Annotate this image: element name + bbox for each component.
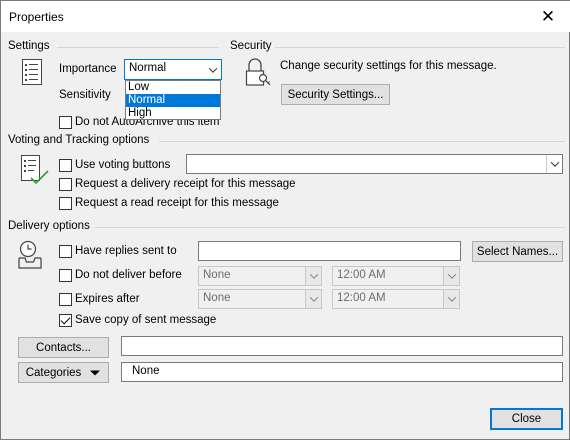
read-receipt-label: Request a read receipt for this message bbox=[75, 197, 279, 209]
autoarchive-checkbox[interactable] bbox=[59, 116, 72, 129]
title-bar: Properties ✕ bbox=[1, 1, 570, 32]
expires-time-select[interactable]: 12:00 AM bbox=[332, 289, 460, 309]
delivery-receipt-checkbox[interactable] bbox=[59, 178, 72, 191]
replies-input[interactable] bbox=[198, 241, 461, 261]
settings-section-title: Settings bbox=[8, 40, 50, 52]
window-title: Properties bbox=[9, 10, 64, 24]
do-not-deliver-checkbox[interactable] bbox=[59, 269, 72, 282]
expires-label: Expires after bbox=[75, 293, 140, 305]
do-not-deliver-time-value: 12:00 AM bbox=[337, 269, 386, 281]
importance-option-normal[interactable]: Normal bbox=[126, 94, 220, 107]
expires-checkbox[interactable] bbox=[59, 293, 72, 306]
divider bbox=[275, 47, 565, 48]
save-copy-checkbox[interactable] bbox=[59, 314, 72, 327]
clock-tray-icon bbox=[18, 240, 42, 269]
importance-dropdown-list: Low Normal High bbox=[125, 80, 221, 120]
divider bbox=[57, 47, 219, 48]
expires-date-select[interactable]: None bbox=[198, 289, 322, 309]
use-voting-label: Use voting buttons bbox=[75, 159, 171, 171]
voting-section-title: Voting and Tracking options bbox=[8, 134, 150, 146]
divider bbox=[159, 141, 565, 142]
voting-check-icon bbox=[21, 155, 49, 185]
lock-key-icon bbox=[245, 58, 271, 86]
contacts-button[interactable]: Contacts... bbox=[18, 337, 109, 358]
importance-label: Importance bbox=[59, 63, 117, 75]
categories-value: None bbox=[132, 365, 160, 377]
voting-buttons-select[interactable] bbox=[186, 154, 563, 174]
chevron-down-icon bbox=[305, 290, 321, 308]
chevron-down-icon bbox=[443, 267, 459, 285]
importance-option-low[interactable]: Low bbox=[126, 81, 220, 94]
do-not-deliver-date-value: None bbox=[203, 269, 231, 281]
importance-select[interactable]: Normal bbox=[124, 59, 222, 80]
chevron-down-icon bbox=[443, 290, 459, 308]
do-not-deliver-label: Do not deliver before bbox=[75, 269, 182, 281]
close-icon[interactable]: ✕ bbox=[525, 1, 570, 32]
categories-button[interactable]: Categories bbox=[18, 362, 109, 383]
chevron-down-icon bbox=[90, 370, 101, 375]
security-settings-button[interactable]: Security Settings... bbox=[281, 84, 390, 105]
chevron-down-icon bbox=[305, 267, 321, 285]
security-section-title: Security bbox=[230, 40, 272, 52]
read-receipt-checkbox[interactable] bbox=[59, 197, 72, 210]
security-description: Change security settings for this messag… bbox=[280, 60, 497, 72]
contacts-input[interactable] bbox=[121, 336, 563, 356]
do-not-deliver-time-select[interactable]: 12:00 AM bbox=[332, 266, 460, 286]
categories-button-label: Categories bbox=[25, 366, 82, 379]
categories-input: None bbox=[121, 362, 563, 382]
importance-value: Normal bbox=[129, 62, 167, 74]
expires-time-value: 12:00 AM bbox=[337, 292, 386, 304]
expires-date-value: None bbox=[203, 292, 231, 304]
chevron-down-icon bbox=[546, 155, 562, 173]
delivery-receipt-label: Request a delivery receipt for this mess… bbox=[75, 178, 296, 190]
replies-label: Have replies sent to bbox=[75, 245, 177, 257]
do-not-deliver-date-select[interactable]: None bbox=[198, 266, 322, 286]
divider bbox=[95, 227, 565, 228]
properties-dialog: Properties ✕ Settings Importance Normal … bbox=[0, 0, 570, 440]
save-copy-label: Save copy of sent message bbox=[75, 314, 217, 326]
close-button[interactable]: Close bbox=[490, 408, 563, 430]
chevron-down-icon bbox=[205, 60, 221, 79]
replies-checkbox[interactable] bbox=[59, 245, 72, 258]
importance-option-high[interactable]: High bbox=[126, 107, 220, 120]
settings-list-icon bbox=[22, 59, 42, 85]
delivery-section-title: Delivery options bbox=[8, 220, 90, 232]
select-names-button[interactable]: Select Names... bbox=[472, 241, 563, 262]
use-voting-checkbox[interactable] bbox=[59, 159, 72, 172]
sensitivity-label: Sensitivity bbox=[59, 89, 111, 101]
